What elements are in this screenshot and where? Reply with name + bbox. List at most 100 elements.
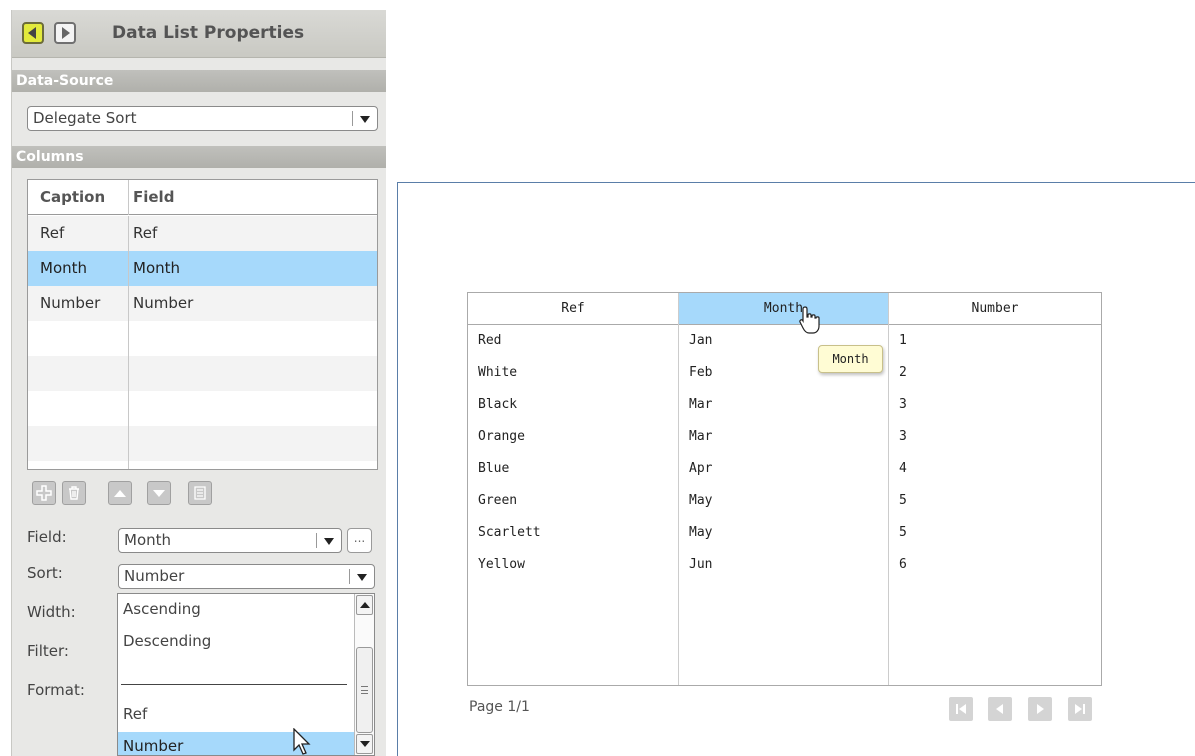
- caption-cell: Month: [40, 259, 88, 277]
- cell-ref: Orange: [478, 429, 525, 444]
- cell-ref: White: [478, 365, 518, 380]
- arrow-left-icon: [28, 27, 36, 39]
- move-down-button[interactable]: [147, 481, 171, 505]
- cell-ref: Blue: [478, 461, 510, 476]
- cell-ref: Green: [478, 493, 518, 508]
- last-page-icon: [1075, 704, 1082, 714]
- cell-number: 3: [899, 397, 907, 412]
- month-column-header[interactable]: Month: [679, 293, 888, 324]
- move-up-button[interactable]: [108, 481, 132, 505]
- add-column-button[interactable]: [32, 481, 56, 505]
- cell-ref: Red: [478, 333, 502, 348]
- datasource-section-header: Data-Source: [12, 70, 386, 92]
- empty-row: [28, 356, 377, 391]
- columns-section-header: Columns: [12, 146, 386, 168]
- properties-panel: Data List Properties Data-Source Delegat…: [11, 10, 386, 756]
- next-page-icon: [1037, 704, 1044, 714]
- empty-row: [28, 321, 377, 356]
- cell-month: Jan: [689, 333, 713, 348]
- prev-page-button[interactable]: [988, 697, 1012, 721]
- cell-number: 5: [899, 493, 907, 508]
- width-label: Width:: [27, 603, 76, 621]
- cell-number: 2: [899, 365, 907, 380]
- grip-icon: [361, 686, 368, 694]
- field-cell: Ref: [128, 216, 377, 251]
- table-row-selected[interactable]: Month Month: [28, 251, 377, 286]
- cell-month: Jun: [689, 557, 713, 572]
- select-separator: [349, 569, 350, 584]
- move-up-icon: [114, 489, 126, 497]
- list-button[interactable]: [188, 481, 212, 505]
- datasource-value: Delegate Sort: [33, 109, 137, 127]
- scroll-down-icon[interactable]: [356, 734, 373, 754]
- filter-label: Filter:: [27, 642, 69, 660]
- field-cell: Month: [128, 251, 377, 286]
- column-tooltip: Month: [818, 345, 883, 373]
- select-separator: [352, 111, 353, 126]
- dropdown-option-descending[interactable]: Descending: [118, 627, 354, 658]
- last-page-button[interactable]: [1068, 697, 1092, 721]
- next-page-button[interactable]: [1028, 697, 1052, 721]
- prev-page-icon: [996, 704, 1003, 714]
- datasource-select[interactable]: Delegate Sort: [27, 106, 378, 131]
- chevron-down-icon: [360, 116, 370, 123]
- first-page-arrow: [959, 704, 966, 714]
- cell-number: 3: [899, 429, 907, 444]
- dropdown-option-ascending[interactable]: Ascending: [118, 595, 354, 626]
- cell-ref: Scarlett: [478, 525, 541, 540]
- caption-cell: Ref: [40, 224, 65, 242]
- columns-grid: Caption Field Ref Ref Month Month Number…: [27, 179, 378, 470]
- dropdown-scrollbar[interactable]: [354, 594, 374, 755]
- panel-title: Data List Properties: [112, 23, 305, 43]
- prev-button[interactable]: [22, 22, 44, 44]
- field-ellipsis-button[interactable]: ...: [347, 528, 372, 553]
- field-column-header[interactable]: Field: [128, 180, 377, 215]
- field-value: Month: [124, 531, 172, 549]
- cell-number: 1: [899, 333, 907, 348]
- column-divider: [128, 321, 129, 469]
- delete-column-button[interactable]: [62, 481, 86, 505]
- panel-header: Data List Properties: [12, 10, 386, 58]
- cell-month: May: [689, 525, 713, 540]
- columns-grid-header: Caption Field: [28, 180, 377, 215]
- empty-row: [28, 426, 377, 461]
- format-label: Format:: [27, 681, 85, 699]
- table-row[interactable]: Ref Ref: [28, 216, 377, 251]
- chevron-down-icon: [357, 574, 367, 581]
- list-icon: [194, 486, 206, 500]
- scroll-up-icon[interactable]: [356, 595, 373, 615]
- cell-month: Apr: [689, 461, 713, 476]
- pointer-cursor-icon: [293, 728, 311, 755]
- sort-dropdown-list: Ascending Descending Ref Number: [117, 593, 375, 756]
- sort-select[interactable]: Number: [118, 564, 375, 589]
- cell-number: 6: [899, 557, 907, 572]
- dropdown-option-ref[interactable]: Ref: [118, 700, 354, 731]
- last-page-bar: [1083, 704, 1085, 714]
- select-separator: [316, 533, 317, 548]
- cell-ref: Yellow: [478, 557, 525, 572]
- dropdown-option-number[interactable]: Number: [118, 732, 354, 755]
- caption-column-header[interactable]: Caption: [28, 180, 128, 215]
- cell-number: 4: [899, 461, 907, 476]
- data-list-table: Ref Month Number Red Jan 1 White Feb 2 B…: [467, 292, 1102, 686]
- next-button[interactable]: [54, 22, 76, 44]
- scrollbar-thumb[interactable]: [356, 647, 373, 733]
- dropdown-divider: [121, 684, 347, 685]
- page-indicator: Page 1/1: [469, 699, 530, 715]
- data-list-header-row: Ref Month Number: [468, 293, 1101, 325]
- cell-ref: Black: [478, 397, 518, 412]
- hand-cursor-icon: [799, 306, 820, 334]
- field-select[interactable]: Month: [118, 528, 342, 553]
- number-column-header[interactable]: Number: [889, 293, 1101, 324]
- cell-month: Mar: [689, 429, 713, 444]
- field-label: Field:: [27, 528, 67, 546]
- caption-cell: Number: [40, 294, 101, 312]
- first-page-button[interactable]: [949, 697, 973, 721]
- cell-month: May: [689, 493, 713, 508]
- cell-month: Mar: [689, 397, 713, 412]
- ref-column-header[interactable]: Ref: [468, 293, 678, 324]
- empty-row: [28, 391, 377, 426]
- delete-icon: [69, 486, 79, 500]
- cell-month: Feb: [689, 365, 713, 380]
- table-row[interactable]: Number Number: [28, 286, 377, 321]
